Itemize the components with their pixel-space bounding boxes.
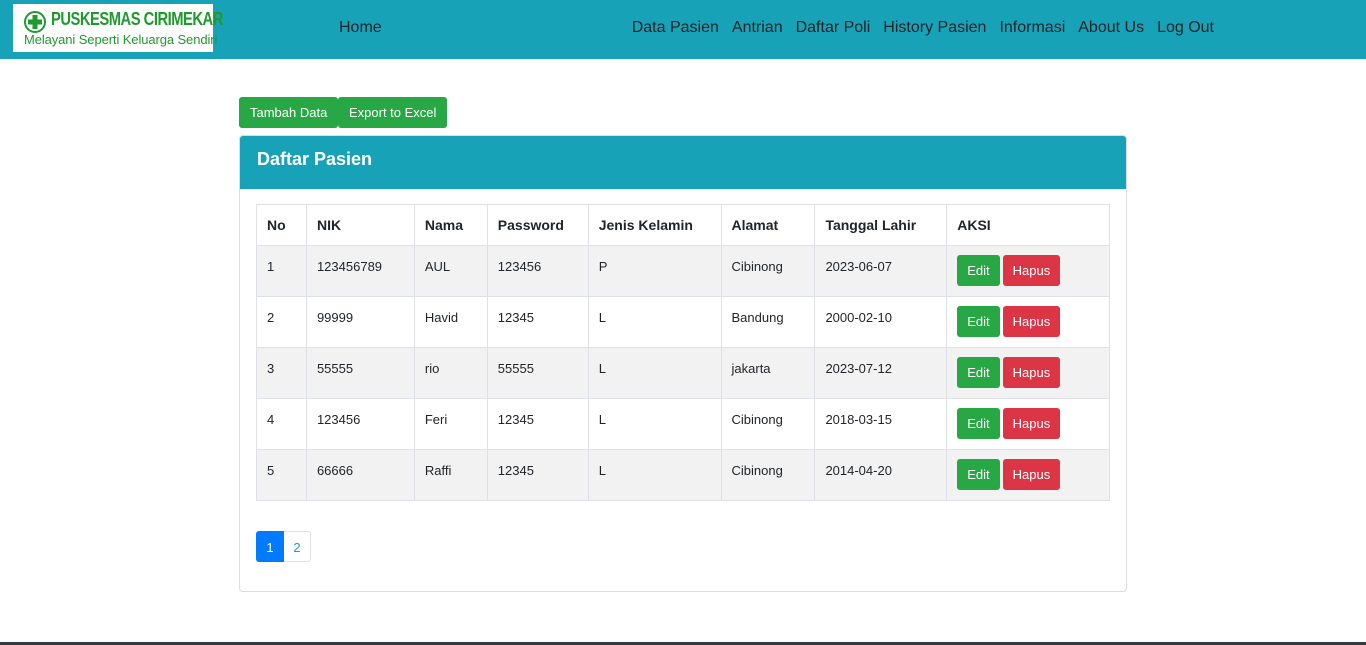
nav-home[interactable]: Home: [339, 19, 382, 37]
cell-nik: 123456789: [305, 245, 415, 297]
column-header-tanggal-lahir: Tanggal Lahir: [814, 204, 948, 246]
cell-nik: 55555: [305, 347, 415, 399]
cell-nama: AUL: [413, 245, 488, 297]
pagination: 1 2: [256, 531, 311, 562]
column-header-nama: Nama: [413, 204, 488, 246]
card-header: Daftar Pasien: [240, 136, 1126, 189]
cell-aksi: Edit Hapus: [946, 398, 1110, 450]
cell-no: 1: [256, 245, 307, 297]
card-title: Daftar Pasien: [257, 149, 373, 169]
cell-aksi: Edit Hapus: [946, 296, 1110, 348]
cell-no: 5: [256, 449, 307, 501]
brand-logo[interactable]: PUSKESMAS CIRIMEKAR Melayani Seperti Kel…: [13, 4, 223, 52]
cell-alamat: jakarta: [720, 347, 816, 399]
table-row: 3 55555 rio 55555 L jakarta 2023-07-12 E…: [256, 347, 1110, 399]
nav-daftar-poli[interactable]: Daftar Poli: [796, 19, 871, 37]
edit-button[interactable]: Edit: [957, 408, 1000, 439]
edit-button[interactable]: Edit: [957, 459, 1000, 490]
medical-cross-icon: [24, 11, 46, 33]
nav-antrian[interactable]: Antrian: [732, 19, 783, 37]
table-row: 5 66666 Raffi 12345 L Cibinong 2014-04-2…: [256, 449, 1110, 501]
nav-about-us[interactable]: About Us: [1078, 19, 1144, 37]
cell-nama: rio: [413, 347, 488, 399]
brand-title: PUSKESMAS CIRIMEKAR: [51, 9, 223, 29]
cell-password: 55555: [486, 347, 589, 399]
delete-button[interactable]: Hapus: [1002, 255, 1061, 286]
cell-aksi: Edit Hapus: [946, 449, 1110, 501]
cell-tanggal-lahir: 2018-03-15: [814, 398, 948, 450]
nav-data-pasien[interactable]: Data Pasien: [632, 19, 719, 37]
cell-jenis-kelamin: L: [587, 347, 722, 399]
cell-jenis-kelamin: L: [587, 449, 722, 501]
cell-nama: Havid: [413, 296, 488, 348]
cell-aksi: Edit Hapus: [946, 347, 1110, 399]
patient-list-card: Daftar Pasien No NIK Nama Password Jenis…: [239, 135, 1127, 592]
cell-tanggal-lahir: 2023-07-12: [814, 347, 948, 399]
column-header-password: Password: [486, 204, 589, 246]
delete-button[interactable]: Hapus: [1002, 459, 1061, 490]
table-header-row: No NIK Nama Password Jenis Kelamin Alama…: [256, 204, 1110, 246]
cell-password: 12345: [486, 296, 589, 348]
delete-button[interactable]: Hapus: [1002, 357, 1061, 388]
column-header-jenis-kelamin: Jenis Kelamin: [587, 204, 722, 246]
cell-alamat: Cibinong: [720, 398, 816, 450]
patient-table: No NIK Nama Password Jenis Kelamin Alama…: [256, 204, 1110, 501]
table-row: 4 123456 Feri 12345 L Cibinong 2018-03-1…: [256, 398, 1110, 450]
column-header-no: No: [256, 204, 307, 246]
cell-aksi: Edit Hapus: [946, 245, 1110, 297]
page-1-button[interactable]: 1: [256, 531, 284, 562]
cell-alamat: Cibinong: [720, 245, 816, 297]
nav-log-out[interactable]: Log Out: [1157, 19, 1214, 37]
nav-history-pasien[interactable]: History Pasien: [883, 19, 986, 37]
cell-tanggal-lahir: 2023-06-07: [814, 245, 948, 297]
cell-jenis-kelamin: P: [587, 245, 722, 297]
navbar: PUSKESMAS CIRIMEKAR Melayani Seperti Kel…: [0, 0, 1366, 59]
cell-jenis-kelamin: L: [587, 398, 722, 450]
delete-button[interactable]: Hapus: [1002, 306, 1061, 337]
edit-button[interactable]: Edit: [957, 306, 1000, 337]
cell-alamat: Bandung: [720, 296, 816, 348]
cell-no: 3: [256, 347, 307, 399]
nav-menu: Data Pasien Antrian Daftar Poli History …: [632, 19, 1214, 37]
add-data-button[interactable]: Tambah Data: [239, 97, 339, 128]
edit-button[interactable]: Edit: [957, 357, 1000, 388]
cell-password: 123456: [486, 245, 589, 297]
export-excel-button[interactable]: Export to Excel: [338, 97, 448, 128]
table-row: 2 99999 Havid 12345 L Bandung 2000-02-10…: [256, 296, 1110, 348]
cell-nama: Feri: [413, 398, 488, 450]
cell-no: 2: [256, 296, 307, 348]
cell-nik: 123456: [305, 398, 415, 450]
column-header-alamat: Alamat: [720, 204, 816, 246]
nav-informasi[interactable]: Informasi: [999, 19, 1065, 37]
cell-tanggal-lahir: 2000-02-10: [814, 296, 948, 348]
cell-nik: 99999: [305, 296, 415, 348]
cell-tanggal-lahir: 2014-04-20: [814, 449, 948, 501]
table-row: 1 123456789 AUL 123456 P Cibinong 2023-0…: [256, 245, 1110, 297]
cell-password: 12345: [486, 449, 589, 501]
cell-alamat: Cibinong: [720, 449, 816, 501]
column-header-aksi: AKSI: [946, 204, 1110, 246]
cell-nama: Raffi: [413, 449, 488, 501]
edit-button[interactable]: Edit: [957, 255, 1000, 286]
cell-jenis-kelamin: L: [587, 296, 722, 348]
page-2-button[interactable]: 2: [284, 531, 311, 562]
column-header-nik: NIK: [305, 204, 415, 246]
brand-tagline: Melayani Seperti Keluarga Sendiri: [24, 32, 218, 47]
cell-nik: 66666: [305, 449, 415, 501]
cell-no: 4: [256, 398, 307, 450]
cell-password: 12345: [486, 398, 589, 450]
delete-button[interactable]: Hapus: [1002, 408, 1061, 439]
